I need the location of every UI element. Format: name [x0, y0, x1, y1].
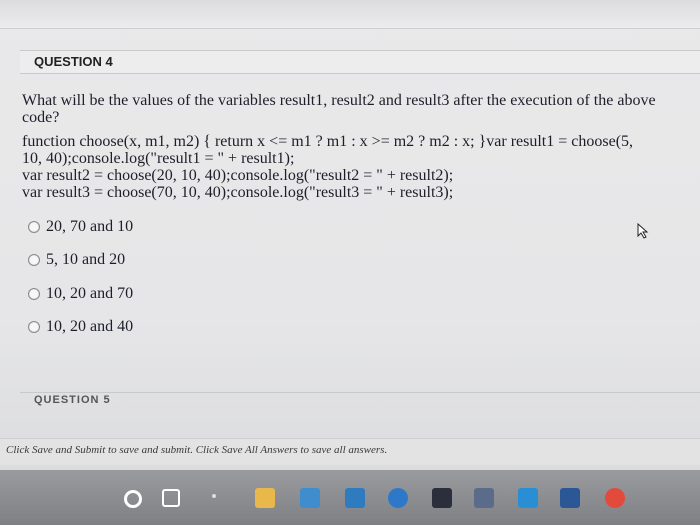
chrome-icon[interactable] — [605, 488, 625, 508]
edge-icon[interactable] — [388, 488, 408, 508]
vscode-icon[interactable] — [518, 488, 538, 508]
photos-icon[interactable] — [474, 488, 494, 508]
calculator-icon[interactable] — [300, 488, 320, 508]
question-5-divider — [20, 392, 700, 393]
answer-option-4[interactable]: 10, 20 and 40 — [28, 318, 133, 336]
word-icon[interactable] — [560, 488, 580, 508]
answer-option-3[interactable]: 10, 20 and 70 — [28, 285, 133, 303]
code-line: function choose(x, m1, m2) { return x <=… — [22, 133, 634, 150]
code-line: 10, 40);console.log("result1 = " + resul… — [22, 150, 295, 167]
answer-option-label: 10, 20 and 40 — [46, 318, 134, 335]
file-explorer-icon[interactable] — [255, 488, 275, 508]
save-instructions: Click Save and Submit to save and submit… — [6, 444, 388, 456]
code-line: var result2 = choose(20, 10, 40);console… — [22, 167, 454, 184]
answer-option-2[interactable]: 5, 10 and 20 — [28, 251, 125, 269]
next-question-title: QUESTION 5 — [34, 394, 111, 406]
radio-button[interactable] — [28, 254, 40, 266]
answer-option-1[interactable]: 20, 70 and 10 — [28, 218, 133, 236]
taskbar-dot — [212, 494, 216, 498]
task-view-icon[interactable] — [162, 489, 180, 507]
browser-screen: QUESTION 4 What will be the values of th… — [0, 0, 700, 525]
answer-option-label: 20, 70 and 10 — [46, 218, 134, 235]
answer-option-label: 5, 10 and 20 — [46, 251, 126, 268]
search-circle-icon[interactable] — [124, 490, 142, 508]
store-icon[interactable] — [432, 488, 452, 508]
previous-content-strip — [0, 0, 700, 29]
radio-button[interactable] — [28, 221, 40, 233]
radio-button[interactable] — [28, 321, 40, 333]
question-title: QUESTION 4 — [34, 54, 113, 69]
code-block: function choose(x, m1, m2) { return x <=… — [22, 133, 697, 201]
radio-button[interactable] — [28, 288, 40, 300]
mail-icon[interactable] — [345, 488, 365, 508]
code-line: var result3 = choose(70, 10, 40);console… — [22, 184, 454, 201]
question-header-bar — [20, 50, 700, 74]
question-prompt: What will be the values of the variables… — [22, 92, 656, 126]
answer-option-label: 10, 20 and 70 — [46, 285, 134, 302]
mouse-pointer-icon — [637, 222, 649, 239]
